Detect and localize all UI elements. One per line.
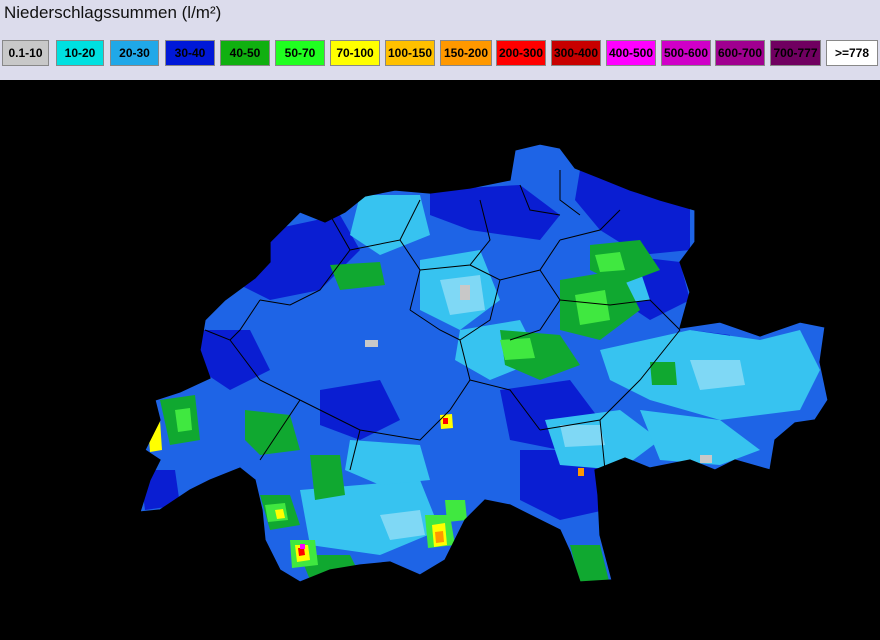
legend-label: 40-50 — [229, 46, 261, 60]
legend-label: 0.1-10 — [8, 46, 43, 60]
legend-item-10: 300-400 — [551, 40, 601, 66]
legend-item-4: 40-50 — [220, 40, 270, 66]
legend-item-3: 30-40 — [165, 40, 215, 66]
switzerland-map-svg — [139, 143, 829, 583]
precipitation-field — [140, 144, 828, 582]
legend-item-8: 150-200 — [440, 40, 492, 66]
legend-item-14: 700-777 — [770, 40, 821, 66]
legend-label: 10-20 — [64, 46, 96, 60]
legend-item-12: 500-600 — [661, 40, 711, 66]
legend-item-9: 200-300 — [496, 40, 546, 66]
legend-label: 500-600 — [663, 46, 709, 60]
precipitation-legend: 0.1-10 10-20 20-30 30-40 40-50 50-70 70-… — [0, 40, 880, 68]
legend-label: >=778 — [834, 46, 870, 60]
legend-label: 400-500 — [608, 46, 654, 60]
legend-item-5: 50-70 — [275, 40, 325, 66]
precipitation-map — [0, 80, 880, 640]
legend-item-2: 20-30 — [110, 40, 159, 66]
legend-item-6: 70-100 — [330, 40, 380, 66]
legend-item-1: 10-20 — [56, 40, 104, 66]
legend-item-0: 0.1-10 — [2, 40, 49, 66]
legend-label: 700-777 — [773, 46, 818, 60]
legend-label: 30-40 — [174, 46, 206, 60]
legend-item-7: 100-150 — [385, 40, 435, 66]
legend-label: 100-150 — [387, 46, 433, 60]
legend-label: 150-200 — [443, 46, 489, 60]
map-header: Niederschlagssummen (l/m²) 0.1-10 10-20 … — [0, 0, 880, 80]
legend-label: 300-400 — [553, 46, 599, 60]
legend-item-13: 600-700 — [715, 40, 765, 66]
legend-label: 600-700 — [717, 46, 763, 60]
map-title: Niederschlagssummen (l/m²) — [4, 3, 222, 22]
legend-label: 200-300 — [498, 46, 544, 60]
legend-label: 50-70 — [284, 46, 316, 60]
legend-label: 20-30 — [119, 46, 150, 60]
legend-item-15: >=778 — [826, 40, 878, 66]
legend-item-11: 400-500 — [606, 40, 656, 66]
legend-label: 70-100 — [336, 46, 374, 60]
